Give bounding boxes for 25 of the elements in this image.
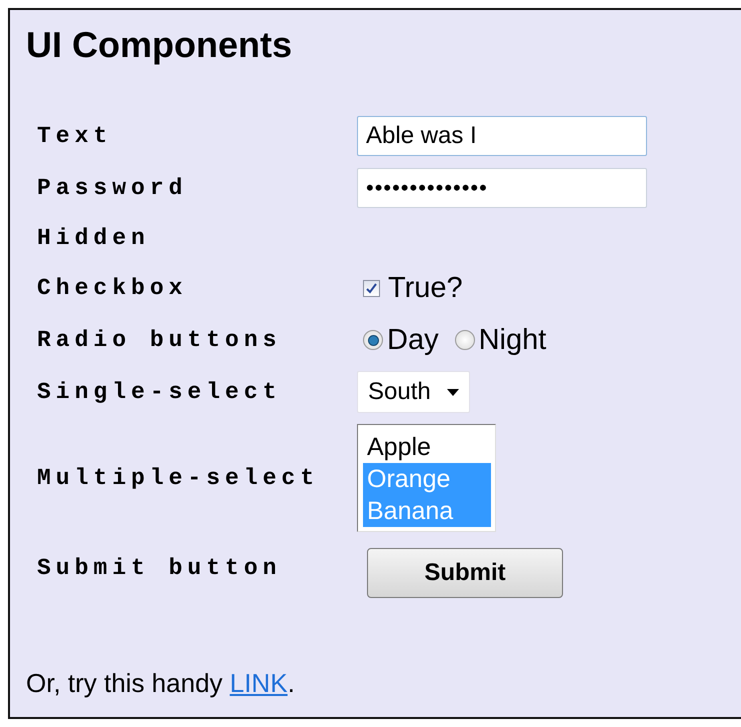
radio-button[interactable] (363, 330, 383, 350)
list-option[interactable]: Apple (363, 431, 491, 463)
checkbox-label: True? (388, 272, 463, 304)
footer-text: Or, try this handy LINK. (26, 668, 296, 699)
list-box[interactable]: Apple Orange Banana (357, 424, 496, 532)
dropdown-value: South (368, 378, 431, 406)
checkbox[interactable] (363, 280, 380, 296)
caret-icon (446, 388, 459, 396)
radio-button[interactable] (454, 330, 475, 350)
text-field[interactable]: Able was I (357, 116, 647, 156)
field-label: Checkbox (37, 275, 188, 301)
link[interactable]: LINK (230, 668, 288, 698)
field-label: Text (37, 123, 112, 149)
field-label: Radio buttons (37, 327, 282, 353)
field-label: Submit button (37, 555, 282, 581)
dropdown[interactable]: South (357, 371, 470, 413)
page-title: UI Components (26, 24, 293, 66)
field-label: Hidden (37, 225, 150, 251)
submit-button[interactable]: Submit (367, 548, 563, 598)
radio-label: Night (478, 324, 546, 356)
field-label: Password (37, 175, 188, 201)
field-label: Multiple-select (37, 465, 320, 491)
field-label: Single-select (37, 379, 282, 405)
radio-label: Day (387, 324, 439, 356)
password-field[interactable]: •••••••••••••• (357, 168, 647, 208)
